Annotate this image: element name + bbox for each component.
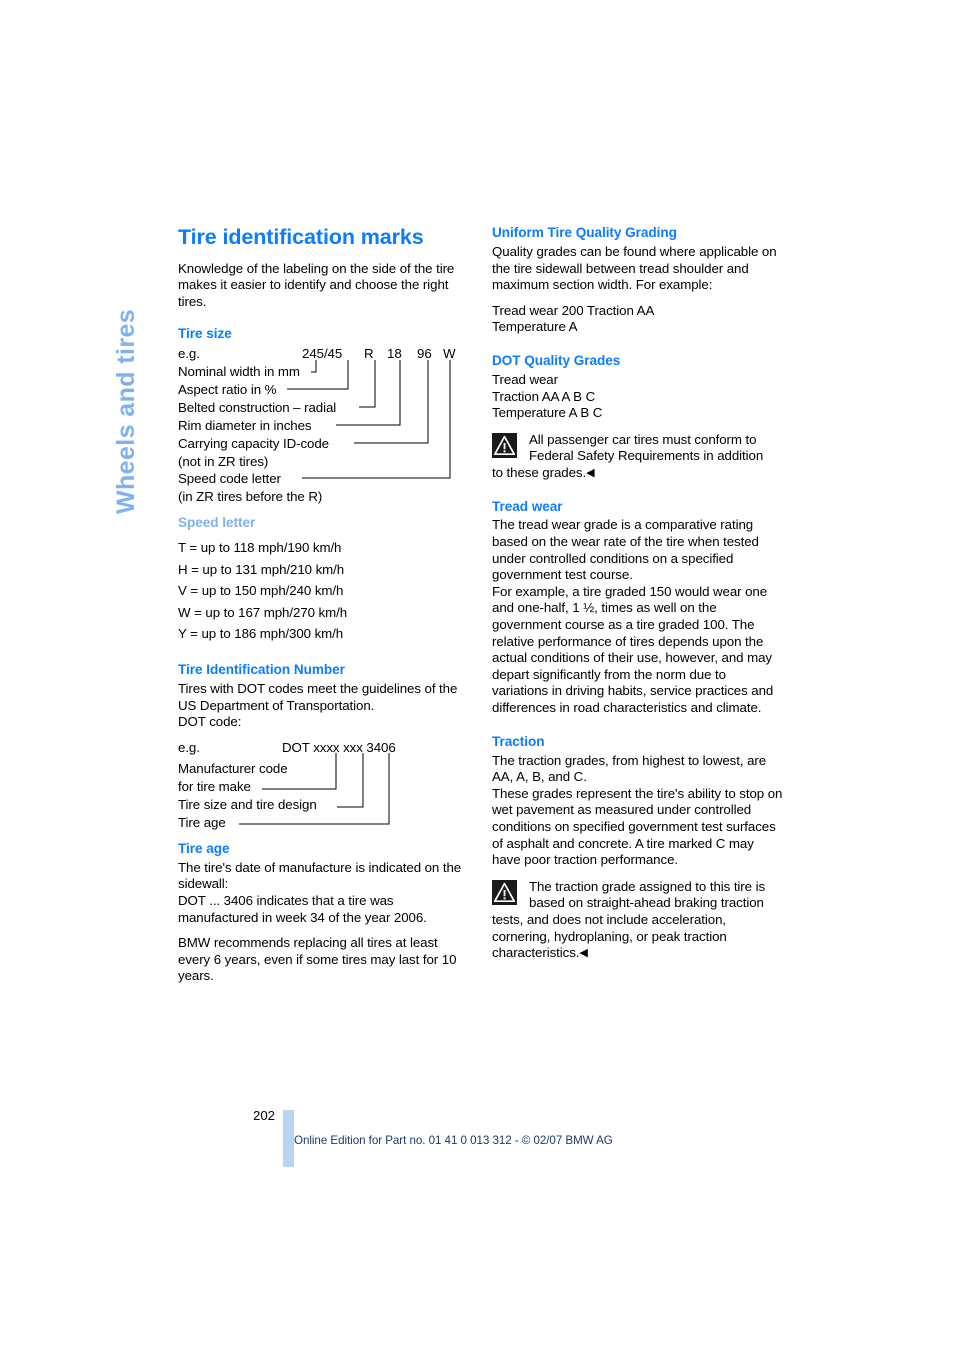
section-heading-traction: Traction xyxy=(492,733,545,749)
traction-paragraph-2: These grades represent the tire's abilit… xyxy=(492,785,783,868)
warning-triangle-icon xyxy=(492,432,517,458)
tire-size-label-6: Speed code letter xyxy=(178,471,281,487)
tire-size-diagram: e.g. 245/45 R 18 96 W Nominal width in m… xyxy=(178,346,470,504)
speed-letter-item: V = up to 150 mph/240 km/h xyxy=(178,583,344,599)
intro-paragraph: Knowledge of the labeling on the side of… xyxy=(178,260,455,309)
tire-size-label-2: Belted construction – radial xyxy=(178,400,337,416)
tire-size-code-part-3: 96 xyxy=(417,346,432,362)
section-heading-tread-wear: Tread wear xyxy=(492,498,563,514)
speed-letter-item: T = up to 118 mph/190 km/h xyxy=(178,540,342,556)
section-heading-speed-letter: Speed letter xyxy=(178,515,256,531)
dot-quality-item: Tread wear xyxy=(492,371,558,387)
warning-note-rest: tests, and does not include acceleration… xyxy=(492,911,727,961)
warning-note-line-2: based on straight-ahead braking traction xyxy=(529,895,764,911)
warning-note-grades: All passenger car tires must conform to … xyxy=(492,432,784,482)
tire-size-eg-label: e.g. xyxy=(178,346,200,362)
note-end-mark: ◀ xyxy=(586,466,595,479)
section-heading-dot-quality-grades: DOT Quality Grades xyxy=(492,352,621,368)
speed-letter-item: W = up to 167 mph/270 km/h xyxy=(178,604,348,620)
tire-size-label-4: Carrying capacity ID-code xyxy=(178,436,329,452)
chapter-side-tab: Wheels and tires xyxy=(112,0,158,514)
warning-note-line-1: The traction grade assigned to this tire… xyxy=(529,878,766,894)
tire-age-paragraph-2: DOT ... 3406 indicates that a tire was m… xyxy=(178,892,427,925)
tire-size-code-part-4: W xyxy=(443,346,456,362)
traction-paragraph-1: The traction grades, from highest to low… xyxy=(492,752,767,785)
right-column: Uniform Tire Quality Grading Quality gra… xyxy=(492,225,784,971)
warning-note-line-2: Federal Safety Requirements in addition xyxy=(529,448,764,464)
footer-accent-bar xyxy=(283,1110,294,1167)
utqg-example-lines: Tread wear 200 Traction AA Temperature A xyxy=(492,303,784,336)
dot-quality-list: Tread wear Traction AA A B C Temperature… xyxy=(492,372,784,422)
dot-quality-item: Temperature A B C xyxy=(492,405,603,421)
footer-edition-text: Online Edition for Part no. 01 41 0 013 … xyxy=(294,1134,613,1147)
dot-quality-item: Traction AA A B C xyxy=(492,388,596,404)
document-page: Wheels and tires Tire identification mar… xyxy=(0,0,954,1351)
speed-letter-list: T = up to 118 mph/190 km/h H = up to 131… xyxy=(178,537,470,645)
dot-label-2: Tire size and tire design xyxy=(178,796,317,812)
note-end-mark: ◀ xyxy=(579,947,588,960)
tin-dot-label: DOT code: xyxy=(178,714,242,730)
chapter-side-tab-label: Wheels and tires xyxy=(112,308,140,514)
dot-label-1: for tire make xyxy=(178,778,251,794)
tire-size-code-part-0: 245/45 xyxy=(302,346,343,362)
dot-code-value: DOT xxxx xxx 3406 xyxy=(282,739,396,755)
tire-size-label-1: Aspect ratio in % xyxy=(178,382,277,398)
warning-triangle-icon xyxy=(492,879,517,905)
section-heading-tire-age: Tire age xyxy=(178,840,230,856)
warning-note-traction-text: The traction grade assigned to this tire… xyxy=(492,879,784,962)
tire-size-code-part-1: R xyxy=(364,346,374,362)
tire-age-paragraph-1: The tire's date of manufacture is indica… xyxy=(178,859,462,892)
section-heading-tire-size: Tire size xyxy=(178,325,232,341)
speed-letter-item: H = up to 131 mph/210 km/h xyxy=(178,561,345,577)
section-heading-tire-identification-number: Tire Identification Number xyxy=(178,661,345,677)
dot-label-3: Tire age xyxy=(178,814,226,830)
tire-size-label-3: Rim diameter in inches xyxy=(178,418,312,434)
utqg-example-line: Tread wear 200 Traction AA xyxy=(492,302,655,318)
tire-size-label-7: (in ZR tires before the R) xyxy=(178,489,323,505)
tin-body: Tires with DOT codes meet the guidelines… xyxy=(178,680,458,713)
dot-code-diagram: e.g. DOT xxxx xxx 3406 Manufacturer code… xyxy=(178,739,470,830)
warning-note-line-1: All passenger car tires must conform to xyxy=(529,431,757,447)
tread-wear-paragraph-1: The tread wear grade is a comparative ra… xyxy=(492,517,759,583)
dot-label-0: Manufacturer code xyxy=(178,760,288,776)
warning-note-traction: The traction grade assigned to this tire… xyxy=(492,879,784,962)
speed-letter-item: Y = up to 186 mph/300 km/h xyxy=(178,626,344,642)
tire-size-label-0: Nominal width in mm xyxy=(178,364,300,380)
dot-eg-label: e.g. xyxy=(178,739,200,755)
section-heading-uniform-tire-quality-grading: Uniform Tire Quality Grading xyxy=(492,225,677,240)
left-column: Tire identification marks Knowledge of t… xyxy=(178,225,470,994)
warning-note-grades-text: All passenger car tires must conform to … xyxy=(492,432,784,482)
utqg-example-line: Temperature A xyxy=(492,319,578,335)
tire-size-code-part-2: 18 xyxy=(387,346,402,362)
warning-note-rest: to these grades. xyxy=(492,464,587,480)
tire-size-label-5: (not in ZR tires) xyxy=(178,454,269,470)
utqg-body: Quality grades can be found where applic… xyxy=(492,243,777,293)
page-title: Tire identification marks xyxy=(178,225,424,249)
tire-age-paragraph-3: BMW recommends replacing all tires at le… xyxy=(178,935,457,984)
tread-wear-paragraph-2: For example, a tire graded 150 would wea… xyxy=(492,583,774,716)
page-number: 202 xyxy=(253,1108,276,1123)
